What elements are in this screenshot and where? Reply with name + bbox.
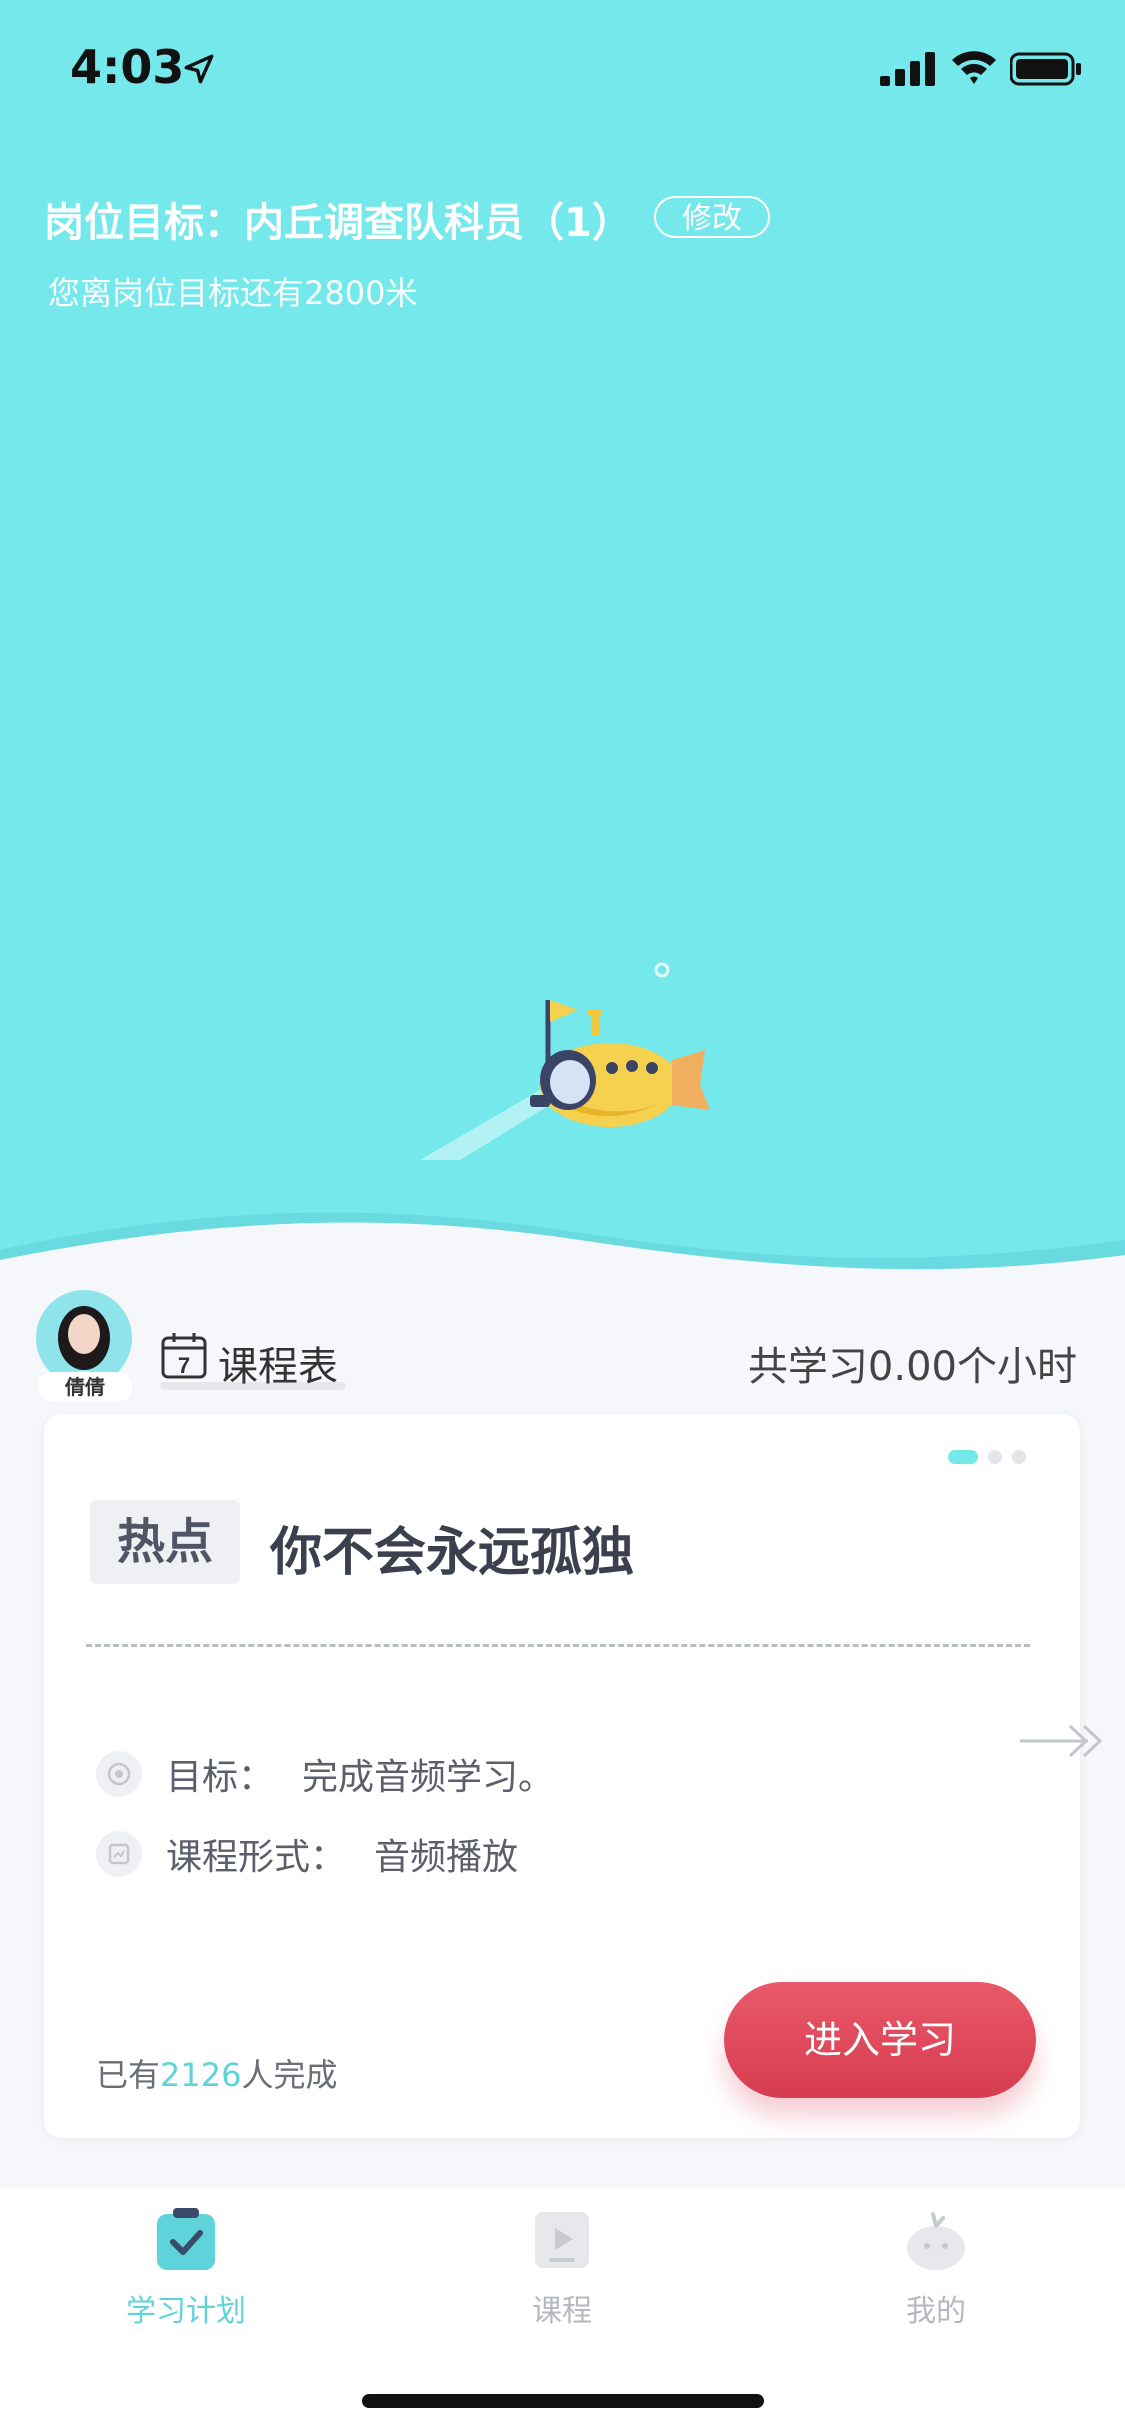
carousel-indicator bbox=[948, 1450, 1026, 1464]
format-label: 课程形式： bbox=[166, 1837, 347, 1878]
completed-prefix: 已有 bbox=[96, 2056, 161, 2094]
carousel-dot bbox=[1012, 1450, 1026, 1464]
card-divider bbox=[86, 1644, 1030, 1647]
cellular-signal-icon bbox=[880, 52, 935, 86]
course-title: 你不会永远孤独 bbox=[270, 1523, 635, 1583]
course-format-row: 课程形式： 音频播放 bbox=[96, 1828, 518, 1880]
target-icon bbox=[96, 1751, 142, 1797]
tab-profile-label: 我的 bbox=[906, 2294, 966, 2329]
video-play-icon bbox=[535, 2212, 589, 2268]
profile-icon bbox=[907, 2212, 965, 2270]
schedule-link[interactable]: 课程表 bbox=[218, 1334, 338, 1392]
carousel-dot bbox=[948, 1450, 978, 1464]
completed-suffix: 人完成 bbox=[241, 2056, 338, 2094]
completed-count-text: 已有2126人完成 bbox=[96, 2050, 337, 2096]
goal-distance-text: 您离岗位目标还有2800米 bbox=[48, 274, 418, 312]
submarine-illustration bbox=[420, 962, 710, 1160]
carousel-dot bbox=[988, 1450, 1002, 1464]
tab-profile[interactable]: 我的 bbox=[816, 2206, 1056, 2330]
goal-value: 完成音频学习。 bbox=[302, 1757, 555, 1798]
clipboard-check-icon bbox=[157, 2208, 215, 2270]
completed-count: 2126 bbox=[160, 2056, 242, 2094]
goal-label: 目标： bbox=[166, 1757, 275, 1798]
chart-icon bbox=[96, 1831, 142, 1877]
next-arrow-icon[interactable] bbox=[1018, 1716, 1108, 1766]
tab-courses-label: 课程 bbox=[532, 2294, 592, 2329]
battery-icon bbox=[1010, 52, 1081, 86]
total-study-hours: 共学习0.00个小时 bbox=[747, 1344, 1077, 1390]
teacher-avatar[interactable]: 倩倩 bbox=[36, 1290, 138, 1408]
tab-study-plan[interactable]: 学习计划 bbox=[66, 2206, 306, 2330]
home-indicator[interactable] bbox=[362, 2394, 764, 2408]
status-time: 4:03 bbox=[70, 40, 185, 94]
tab-courses[interactable]: 课程 bbox=[442, 2206, 682, 2330]
wifi-icon bbox=[952, 51, 996, 84]
enter-study-button[interactable]: 进入学习 bbox=[724, 1982, 1036, 2098]
hot-tag: 热点 bbox=[90, 1500, 240, 1584]
calendar-icon[interactable]: 7 bbox=[160, 1330, 208, 1380]
teacher-name: 倩倩 bbox=[38, 1372, 132, 1402]
tab-study-plan-label: 学习计划 bbox=[126, 2294, 246, 2329]
modify-goal-button[interactable]: 修改 bbox=[654, 196, 770, 238]
job-goal-title: 岗位目标：内丘调查队科员（1） bbox=[44, 200, 632, 246]
status-bar: 4:03 bbox=[0, 0, 1125, 130]
wave-divider bbox=[0, 1212, 1125, 1320]
course-card[interactable]: 热点 你不会永远孤独 目标： 完成音频学习。 课程形式： 音频播放 已有2126… bbox=[44, 1414, 1103, 2138]
calendar-day: 7 bbox=[178, 1353, 190, 1378]
course-goal-row: 目标： 完成音频学习。 bbox=[96, 1748, 554, 1800]
format-value: 音频播放 bbox=[374, 1837, 519, 1878]
location-arrow-icon bbox=[184, 54, 214, 84]
